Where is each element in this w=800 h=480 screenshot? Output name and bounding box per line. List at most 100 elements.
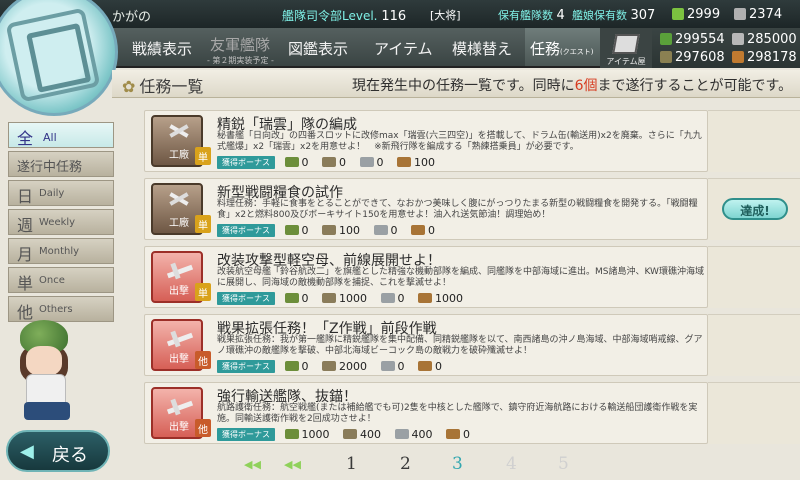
port-emblem-icon[interactable]	[0, 0, 118, 116]
nav-library[interactable]: 図鑑表示	[288, 38, 348, 59]
plane-icon	[165, 259, 193, 281]
filter-in-progress-label: 遂行中任務	[17, 160, 83, 175]
reward-bauxite: 1000	[418, 292, 463, 305]
nav-quest[interactable]: 任務(クエスト)	[530, 38, 593, 59]
hammer-icon	[165, 191, 193, 213]
bonus-label: 獲得ボーナス	[217, 428, 275, 441]
reward-fuel-value: 0	[301, 360, 309, 373]
shipgirl-count-label: 艦娘保有数	[572, 9, 627, 22]
quest-status-cell	[708, 110, 800, 172]
ammo-value: 297608	[675, 50, 725, 65]
filter-daily[interactable]: 日 Daily	[8, 180, 114, 206]
quest-description: 秘書艦「日向改」の四番スロットに改修max「瑞雲(六三四空)」を搭載して、ドラム…	[217, 131, 702, 152]
fuel-icon	[284, 293, 299, 303]
plane-icon	[165, 395, 193, 417]
bucket-icon	[672, 8, 684, 20]
nav-fleet: 友軍艦隊	[210, 36, 271, 54]
nav-fleet-note: - 第２期実装予定 -	[207, 56, 274, 65]
quest-row[interactable]: 出撃 他 強行輸送艦隊、抜錨！ 航路護衛任務：航空戦艦(または補給艦でも可)2隻…	[144, 382, 708, 444]
bauxite-value: 298178	[747, 50, 797, 65]
quest-rewards: 獲得ボーナス 1000 400 400 0	[217, 428, 480, 442]
steel-icon	[380, 361, 395, 371]
reward-ammo: 2000	[322, 360, 367, 373]
filter-all[interactable]: 全 All	[8, 122, 114, 148]
steel-icon	[373, 225, 388, 235]
rank: [大将]	[430, 9, 461, 22]
quest-row[interactable]: 出撃 単 改装攻撃型軽空母、前線展開せよ！ 改装航空母艦「鈴谷航改二」を旗艦とし…	[144, 246, 708, 308]
reward-ammo-value: 400	[360, 428, 381, 441]
reward-fuel: 0	[284, 360, 309, 373]
reward-steel: 0	[373, 224, 398, 237]
quest-row[interactable]: 工廠 単 精鋭「瑞雲」隊の編成 秘書艦「日向改」の四番スロットに改修max「瑞雲…	[144, 110, 708, 172]
quest-status-cell	[708, 246, 800, 308]
nav-items[interactable]: アイテム	[374, 38, 433, 59]
prev-page-arrow-icon[interactable]: ◀◀	[284, 458, 308, 471]
ammo-icon	[660, 51, 672, 63]
devmat-value: 2374	[749, 7, 783, 22]
reward-steel-value: 0	[376, 156, 384, 169]
filter-weekly-kanji: 週	[17, 216, 34, 235]
bucket-count: 2999	[672, 7, 720, 22]
page-3[interactable]: 3	[452, 454, 463, 474]
ammo-icon	[322, 157, 336, 167]
filter-daily-label: Daily	[39, 188, 65, 199]
quest-complete-badge[interactable]: 達成!	[722, 198, 788, 220]
gear-icon: ✿	[122, 77, 136, 96]
devmat-count: 2374	[734, 7, 782, 22]
item-shop-button[interactable]: アイテム屋	[600, 28, 652, 68]
bonus-label: 獲得ボーナス	[217, 224, 275, 237]
bucket-value: 2999	[687, 7, 721, 22]
quest-row[interactable]: 出撃 他 戦果拡張任務！「Z作戦」前段作戦 戦果拡張任務：我が第一艦隊に精鋭艦隊…	[144, 314, 708, 376]
filter-monthly-label: Monthly	[39, 246, 80, 257]
page-title-text: 任務一覧	[139, 77, 204, 96]
fuel-icon	[284, 361, 299, 371]
steel-resource: 285000	[732, 32, 797, 47]
top-status-bar: かがの 艦隊司令部Level. 116 [大将] 保有艦隊数 4 艦娘保有数 3…	[0, 0, 800, 28]
fleet-count: 保有艦隊数 4	[498, 7, 565, 23]
page-4: 4	[506, 454, 517, 474]
filter-all-label: All	[43, 131, 57, 144]
filter-monthly[interactable]: 月 Monthly	[8, 238, 114, 264]
filter-in-progress[interactable]: 遂行中任務	[8, 151, 114, 177]
filter-others-label: Others	[39, 304, 73, 315]
msg-num: 6個	[574, 78, 598, 94]
page-1[interactable]: 1	[346, 454, 357, 474]
quest-rewards: 獲得ボーナス 0 1000 0 1000	[217, 292, 473, 306]
fuel-icon	[284, 429, 299, 439]
page-2[interactable]: 2	[400, 454, 411, 474]
nav-remodel[interactable]: 模様替え	[452, 38, 512, 59]
quest-status-cell	[708, 314, 800, 376]
shipgirl-count: 艦娘保有数 307	[572, 7, 655, 23]
fuel-icon	[660, 33, 672, 45]
fuel-resource: 299554	[660, 32, 725, 47]
filter-weekly[interactable]: 週 Weekly	[8, 209, 114, 235]
character-face	[26, 346, 62, 376]
nav-quest-label: 任務	[530, 40, 561, 58]
steel-icon	[394, 429, 409, 439]
back-button[interactable]: ◀ 戻る	[6, 430, 110, 472]
book-icon	[612, 34, 640, 54]
filter-once-label: Once	[39, 275, 65, 286]
bonus-label: 獲得ボーナス	[217, 360, 275, 373]
filter-others[interactable]: 他 Others	[8, 296, 114, 322]
reward-steel-value: 0	[397, 360, 405, 373]
msg-pre: 現在発生中の任務一覧です。同時に	[352, 78, 575, 94]
filter-once[interactable]: 単 Once	[8, 267, 114, 293]
filter-monthly-kanji: 月	[17, 245, 34, 264]
nav-record[interactable]: 戦績表示	[132, 38, 192, 59]
bauxite-icon	[446, 429, 460, 439]
msg-post: まで遂行することが可能です。	[597, 78, 793, 94]
character-skirt	[24, 402, 70, 420]
reward-steel: 400	[394, 428, 433, 441]
hq-level-value: 116	[381, 9, 407, 24]
quest-description: 航路護衛任務：航空戦艦(または補給艦でも可)2隻を中核とした艦隊で、鎮守府近海航…	[217, 403, 698, 424]
reward-fuel: 0	[284, 292, 309, 305]
page-5: 5	[558, 454, 569, 474]
reward-steel-value: 0	[390, 224, 398, 237]
quest-description: 料理任務：手軽に食事をとることができて、なおかつ美味しく腹にがっつりたまる新型の…	[217, 199, 698, 220]
header-message: 現在発生中の任務一覧です。同時に6個まで遂行することが可能です。	[352, 75, 792, 95]
quest-row[interactable]: 工廠 単 新型戦闘糧食の試作 料理任務：手軽に食事をとることができて、なおかつ美…	[144, 178, 708, 240]
fleet-count-value: 4	[556, 8, 565, 23]
fuel-icon	[284, 225, 299, 235]
first-page-arrow-icon[interactable]: ◀◀	[244, 458, 268, 471]
